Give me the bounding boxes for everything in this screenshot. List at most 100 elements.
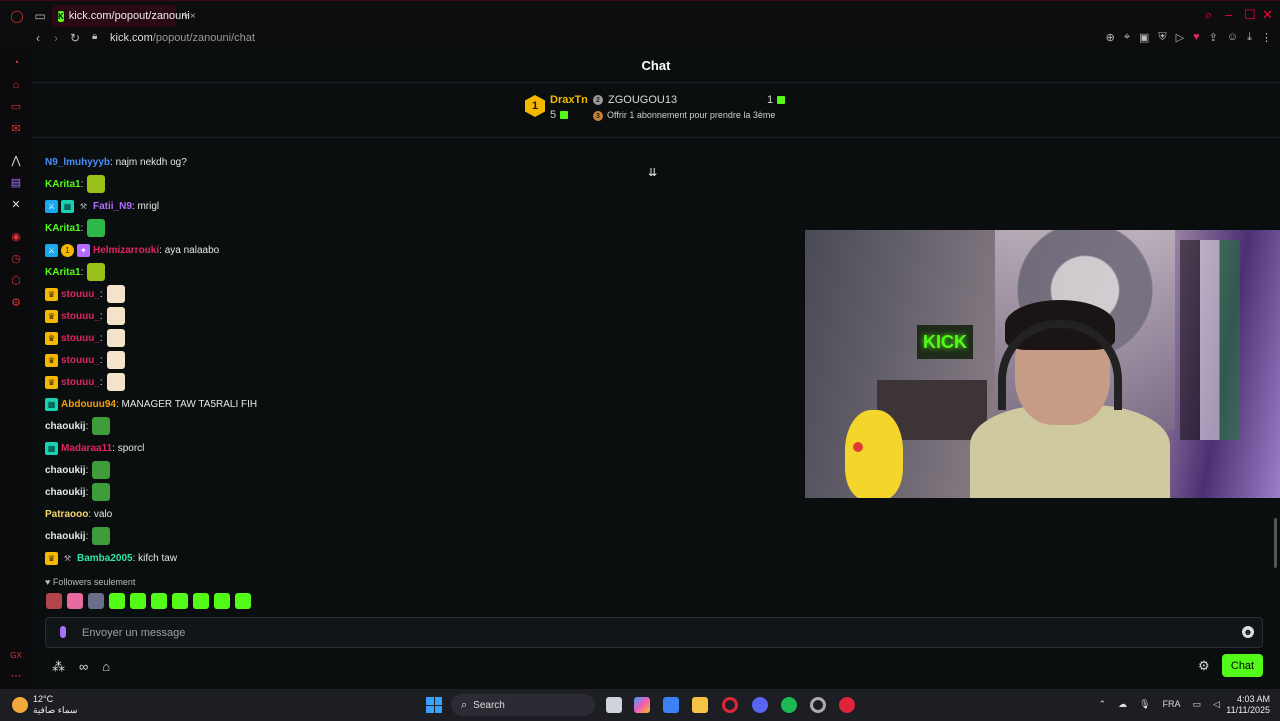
chat-username[interactable]: stouuu_ [61,311,100,322]
scrollbar[interactable] [1274,518,1277,568]
quick-emote-icon[interactable] [214,593,230,609]
tv-icon[interactable]: ▭ [9,100,23,114]
clock[interactable]: 4:03 AM 11/11/2025 [1226,694,1270,716]
kick-sidebar-icon[interactable]: ⋀ [9,154,23,168]
zoom-icon[interactable]: ⊕ [1106,31,1115,44]
quick-emote-icon[interactable] [67,593,83,609]
forward-icon[interactable]: › [54,31,58,45]
microphone-icon[interactable] [60,626,66,638]
chat-username[interactable]: Fatii_N9 [93,201,132,212]
leader-first-name[interactable]: DraxTn [550,94,588,106]
url-field[interactable]: kick.com/popout/zanouni/chat [110,32,255,44]
quick-emote-icon[interactable] [130,593,146,609]
quick-emote-icon[interactable] [172,593,188,609]
weather-widget[interactable]: 12°C سماء صافية [33,694,77,716]
chat-username[interactable]: Patraooo [45,509,88,520]
chat-username[interactable]: stouuu_ [61,289,100,300]
pin-icon[interactable]: ⌖ [1124,31,1130,44]
cloud-icon[interactable]: ☁ [1118,699,1127,710]
volume-icon[interactable]: ◁ [1213,699,1220,710]
quick-emote-icon[interactable] [46,593,62,609]
chevron-up-icon[interactable]: ⌃ [1099,699,1107,710]
spotify-icon[interactable] [781,697,797,713]
crown-badge-icon[interactable]: ♛ [45,551,58,565]
crown-badge-icon[interactable]: ♛ [45,331,58,345]
back-icon[interactable]: ‹ [36,31,40,45]
more-icon[interactable]: ⋯ [9,669,23,683]
opera-logo-icon[interactable]: ◯ [9,8,25,24]
chat-username[interactable]: chaoukij [45,421,86,432]
player-icon[interactable]: ◉ [9,230,23,244]
gx-icon[interactable]: GX [9,649,23,663]
quick-emote-icon[interactable] [235,593,251,609]
gx-corner-icon[interactable]: ⌂ [9,78,23,92]
messenger-icon[interactable]: ✉ [9,122,23,136]
crown-badge-icon[interactable]: ♛ [45,309,58,323]
quick-emote-icon[interactable] [109,593,125,609]
minimize-icon[interactable]: – [1225,7,1232,22]
community-icon[interactable]: ⁂ [52,659,65,675]
message-input[interactable]: Envoyer un message ☻ [45,617,1263,648]
play-icon[interactable]: ▷ [1176,31,1184,44]
tab-close-icon[interactable]: × [190,11,196,22]
discord-icon[interactable] [752,697,768,713]
crown-badge-icon[interactable]: ♛ [45,375,58,389]
reload-icon[interactable]: ↻ [70,31,80,45]
language-indicator[interactable]: FRA [1163,699,1181,710]
settings-icon[interactable]: ⚙ [9,296,23,310]
extensions-icon[interactable]: ⬡ [9,274,23,288]
maximize-icon[interactable]: ☐ [1244,7,1256,23]
mod-badge-icon[interactable]: ⚒ [61,552,74,565]
opera-taskbar-icon[interactable] [722,697,738,713]
browser-tab[interactable]: K kick.com/popout/zanouni × [52,5,196,27]
chat-username[interactable]: KArita1 [45,179,81,190]
chat-username[interactable]: Madaraa11 [61,443,112,454]
opera-gx-icon[interactable] [839,697,855,713]
quick-emote-icon[interactable] [193,593,209,609]
chat-settings-icon[interactable]: ⚙ [1198,658,1210,674]
heart-icon[interactable]: ♥ [1193,31,1200,44]
twitch-icon[interactable]: ▤ [9,176,23,190]
gifter-badge-icon[interactable]: 1 [61,243,74,257]
taskbar-search[interactable]: ⌕ Search [451,694,595,716]
mod-badge-icon[interactable]: ⚒ [77,200,90,213]
subscriber-badge-icon[interactable]: ▦ [61,199,74,213]
close-window-icon[interactable]: ✕ [1262,7,1273,23]
download-icon[interactable]: ⤓ [1247,31,1252,44]
copilot-icon[interactable] [634,697,650,713]
chat-username[interactable]: stouuu_ [61,355,100,366]
history-icon[interactable]: ◷ [9,252,23,266]
menu-icon[interactable]: ⋮ [1261,31,1272,44]
chat-username[interactable]: chaoukij [45,487,86,498]
chat-username[interactable]: N9_lmuhyyyb [45,157,110,168]
weather-icon[interactable] [12,697,28,713]
start-icon[interactable] [426,697,442,713]
display-icon[interactable]: ▭ [1193,699,1202,710]
mic-tray-icon[interactable]: 🎙︎ [1139,699,1150,710]
emoji-picker-icon[interactable]: ☻ [1242,626,1254,638]
offer-subscription-link[interactable]: Offrir 1 abonnement pour prendre la 3ème [607,110,775,120]
search-tabs-icon[interactable]: ⌕ [1205,7,1212,23]
account-icon[interactable]: ☺ [1227,31,1238,44]
subscriber-badge-icon[interactable]: ▦ [45,397,58,411]
aria-icon[interactable]: ◔ [9,56,23,70]
quick-emote-icon[interactable] [151,593,167,609]
store-taskbar-icon[interactable] [663,697,679,713]
quick-emote-icon[interactable] [88,593,104,609]
scroll-to-bottom-icon[interactable]: ⇊ [648,166,657,179]
app-icon[interactable] [810,697,826,713]
leader-second-name[interactable]: ZGOUGOU13 [608,94,677,106]
chat-username[interactable]: stouuu_ [61,377,100,388]
crown-badge-icon[interactable]: ♛ [45,353,58,367]
send-chat-button[interactable]: Chat [1222,654,1263,677]
vip-badge-icon[interactable]: ⚔ [45,243,58,257]
crown-badge-icon[interactable]: ♛ [45,287,58,301]
chat-username[interactable]: stouuu_ [61,333,100,344]
chat-username[interactable]: chaoukij [45,465,86,476]
chat-username[interactable]: Abdouuu94 [61,399,116,410]
infinity-icon[interactable]: ∞ [79,659,88,675]
subscriber-badge-icon[interactable]: ▦ [45,441,58,455]
chat-username[interactable]: Bamba2005 [77,553,133,564]
shield-icon[interactable]: ⛨ [1158,31,1166,44]
task-view-icon[interactable] [606,697,622,713]
